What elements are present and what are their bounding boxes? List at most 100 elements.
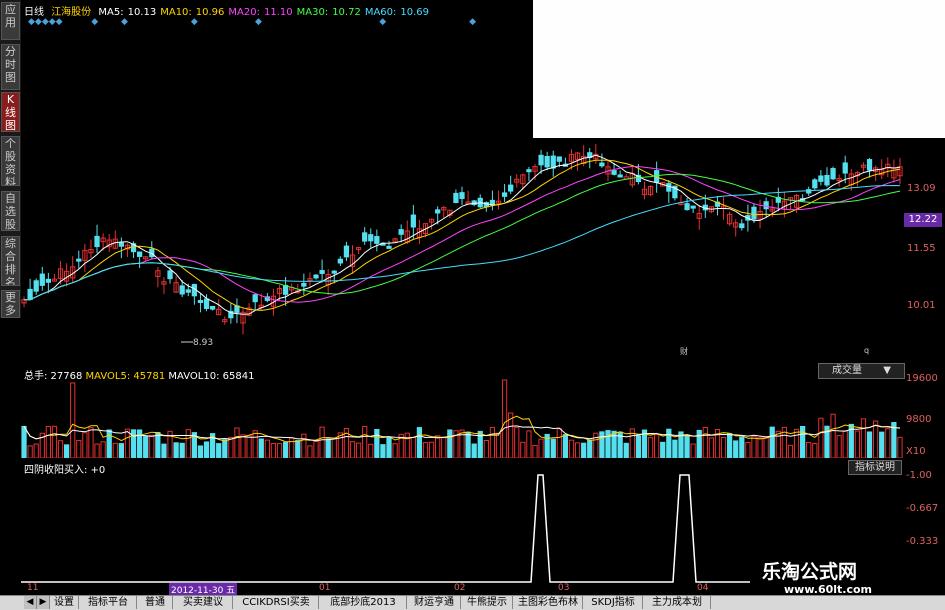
- candle-body: [45, 278, 52, 283]
- volume-bar: [556, 428, 562, 458]
- sidebar-item-ranking[interactable]: 综合排名: [1, 236, 20, 286]
- volume-bar: [483, 439, 489, 458]
- candle-body: [453, 192, 459, 203]
- candle-body: [319, 270, 325, 274]
- volume-bar: [532, 445, 538, 458]
- date-label: 11: [27, 583, 39, 593]
- volume-bar: [63, 444, 70, 458]
- volume-bar: [757, 437, 763, 458]
- tab-formula[interactable]: 主力成本划: [644, 596, 711, 609]
- volume-bar: [812, 443, 818, 458]
- volume-bar: [161, 443, 167, 458]
- volume-bar: [410, 436, 416, 458]
- tab-prev-icon[interactable]: ◀: [24, 596, 37, 609]
- candle-body: [824, 174, 830, 186]
- occluded-area: [533, 0, 945, 138]
- formula-tab-bar: ◀ ▶ 设置 指标平台 普通 买卖建议 CCIKDRSI买卖 底部抄底2013 财运亨通 牛熊…: [0, 595, 945, 610]
- volume-bar: [708, 437, 715, 458]
- candle-body: [866, 159, 873, 171]
- volume-bar: [550, 438, 556, 458]
- volume-bar: [179, 442, 185, 458]
- volume-bar: [818, 417, 824, 458]
- volume-bar: [666, 428, 672, 458]
- sidebar-item-watchlist[interactable]: 自选股: [1, 191, 20, 231]
- tab-formula[interactable]: 底部抄底2013: [320, 596, 407, 609]
- candle-body: [508, 184, 514, 192]
- volume-dropdown[interactable]: 成交量 ▼: [818, 363, 905, 379]
- volume-bar: [173, 442, 179, 458]
- tab-next-icon[interactable]: ▶: [37, 596, 50, 609]
- tab-formula[interactable]: 设置: [50, 596, 79, 609]
- volume-bar: [149, 434, 155, 458]
- tab-formula[interactable]: CCIKDRSI买卖: [234, 596, 319, 609]
- ind-axis-2: -0.667: [906, 503, 939, 514]
- sidebar-item-label: 更多: [5, 291, 16, 317]
- vol-axis-3: X10: [906, 446, 926, 457]
- volume-bar: [702, 427, 708, 458]
- sidebar-item-profile[interactable]: 个股资料: [1, 136, 20, 186]
- candle-body: [526, 169, 532, 173]
- volume-bar: [471, 443, 477, 458]
- candle-body: [76, 258, 82, 262]
- candle-body: [39, 273, 45, 286]
- date-label: 04: [697, 583, 709, 593]
- volume-bar: [739, 436, 745, 458]
- volume-bar: [276, 443, 283, 458]
- candle-body: [617, 174, 623, 178]
- sidebar-item-apps[interactable]: 应用: [1, 2, 20, 40]
- volume-bar: [605, 430, 611, 458]
- tab-formula[interactable]: 指标平台: [80, 596, 137, 609]
- candle-body: [362, 232, 368, 242]
- ind-axis-3: -0.333: [906, 536, 939, 547]
- volume-bar: [143, 436, 149, 458]
- volume-bar: [295, 440, 301, 458]
- volume-bar: [112, 442, 118, 458]
- volume-bar: [672, 439, 678, 458]
- tab-formula[interactable]: 主图彩色布林: [514, 596, 583, 609]
- marker-cai: 财: [680, 347, 688, 356]
- candlestick-chart[interactable]: [21, 138, 903, 360]
- volume-bar: [581, 442, 587, 458]
- tab-formula[interactable]: 普通: [138, 596, 173, 609]
- volume-bar: [252, 430, 258, 458]
- candle-body: [544, 156, 550, 168]
- volume-bar: [696, 429, 702, 458]
- volume-bar: [386, 437, 392, 458]
- tab-formula[interactable]: 财运亨通: [408, 596, 461, 609]
- low-price-label: 8.93: [193, 338, 214, 348]
- volume-bar: [769, 426, 775, 458]
- volume-bar: [690, 443, 696, 458]
- sidebar-item-more[interactable]: 更多: [1, 290, 20, 318]
- tab-formula[interactable]: 牛熊提示: [462, 596, 513, 609]
- candle-body: [599, 162, 605, 167]
- volume-bar: [264, 439, 270, 458]
- candle-body: [343, 245, 350, 258]
- volume-bar: [368, 443, 374, 458]
- volume-bar: [635, 435, 642, 458]
- volume-bar: [185, 429, 191, 458]
- volume-bar: [222, 439, 228, 458]
- candle-body: [398, 229, 404, 235]
- volume-bar: [623, 442, 629, 458]
- sidebar-item-intraday[interactable]: 分时图: [1, 44, 20, 90]
- volume-bar: [647, 437, 654, 458]
- volume-bar: [806, 441, 812, 458]
- volume-bar: [307, 445, 313, 458]
- volume-bar: [897, 436, 903, 458]
- tab-formula[interactable]: SKDJ指标: [584, 596, 643, 609]
- volume-bar: [514, 426, 520, 458]
- volume-bar: [380, 444, 386, 458]
- volume-bar: [860, 418, 867, 458]
- tab-formula[interactable]: 买卖建议: [174, 596, 233, 609]
- candle-body: [301, 282, 307, 287]
- volume-chart[interactable]: [21, 378, 903, 458]
- volume-bar: [155, 431, 161, 458]
- candle-body: [386, 245, 392, 249]
- sidebar-item-kline[interactable]: K线图: [1, 92, 20, 132]
- volume-bar: [520, 441, 526, 458]
- sidebar-item-label: 自选股: [5, 192, 16, 231]
- price-label-3: 10.01: [907, 300, 936, 311]
- volume-bar: [660, 441, 666, 458]
- sidebar-item-label: 综合排名: [5, 237, 16, 286]
- volume-bar: [593, 432, 599, 458]
